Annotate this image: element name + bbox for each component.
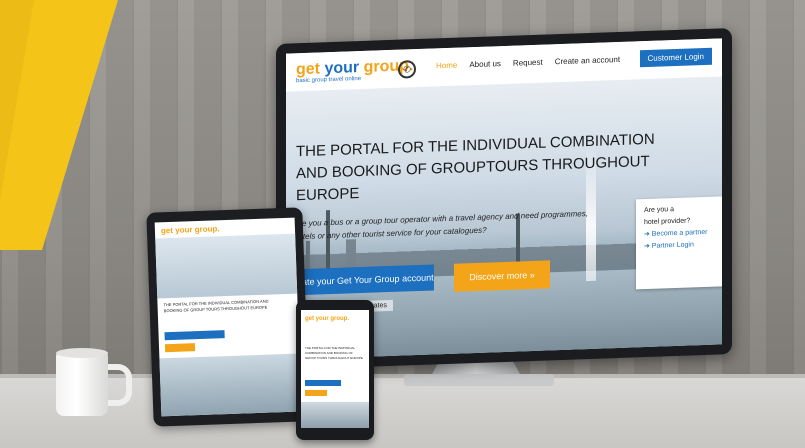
hero-headline: THE PORTAL FOR THE INDIVIDUAL COMBINATIO…	[296, 127, 696, 207]
tablet-device: get your group. THE PORTAL FOR THE INDIV…	[146, 207, 310, 427]
discover-more-button[interactable]: Discover more »	[454, 260, 550, 292]
tablet-blue-button	[164, 330, 225, 341]
tablet-headline: THE PORTAL FOR THE INDIVIDUAL COMBINATIO…	[163, 298, 269, 314]
phone-orange-button	[305, 390, 327, 396]
logo-text-your: your	[324, 59, 360, 78]
nav-menu: Home About us Request Create an account	[436, 55, 620, 70]
mug-handle	[104, 364, 132, 406]
nav-home[interactable]: Home	[436, 61, 457, 71]
logo-subtitle: basic group travel online	[296, 75, 362, 85]
phone-screen: get your group. THE PORTAL FOR THE INDIV…	[301, 310, 369, 428]
customer-login-button[interactable]: Customer Login	[639, 47, 712, 68]
tablet-logo: get your group.	[160, 224, 220, 236]
hotel-provider-box: Are you a hotel provider? ➜ Become a par…	[636, 196, 722, 290]
discover-more-label: Discover more	[469, 270, 528, 283]
tablet-hero	[155, 233, 298, 299]
smartphone-device: get your group. THE PORTAL FOR THE INDIV…	[296, 300, 374, 440]
mug-rim	[56, 348, 108, 358]
phone-icon[interactable]: ✆	[398, 60, 416, 79]
nav-create-account[interactable]: Create an account	[555, 55, 620, 66]
logo-text-get: get	[296, 60, 325, 79]
partner-login-link[interactable]: ➜ Partner Login	[644, 239, 718, 254]
tablet-orange-button	[164, 343, 196, 353]
nav-request[interactable]: Request	[513, 58, 543, 68]
monitor-stand-base	[404, 374, 554, 386]
phone-city-photo	[301, 402, 369, 428]
nav-about[interactable]: About us	[469, 59, 501, 69]
phone-blue-button	[305, 380, 341, 386]
tablet-city-photo	[159, 353, 302, 417]
phone-logo: get your group.	[305, 316, 349, 322]
create-account-label: reate your Get Your Group account	[294, 272, 434, 288]
create-account-button[interactable]: reate your Get Your Group account »	[286, 264, 434, 313]
coffee-mug	[56, 352, 108, 416]
photo-scene: get your group. basic group travel onlin…	[0, 0, 805, 448]
phone-headline: THE PORTAL FOR THE INDIVIDUAL COMBINATIO…	[305, 346, 363, 360]
tablet-screen: get your group. THE PORTAL FOR THE INDIV…	[154, 217, 302, 417]
